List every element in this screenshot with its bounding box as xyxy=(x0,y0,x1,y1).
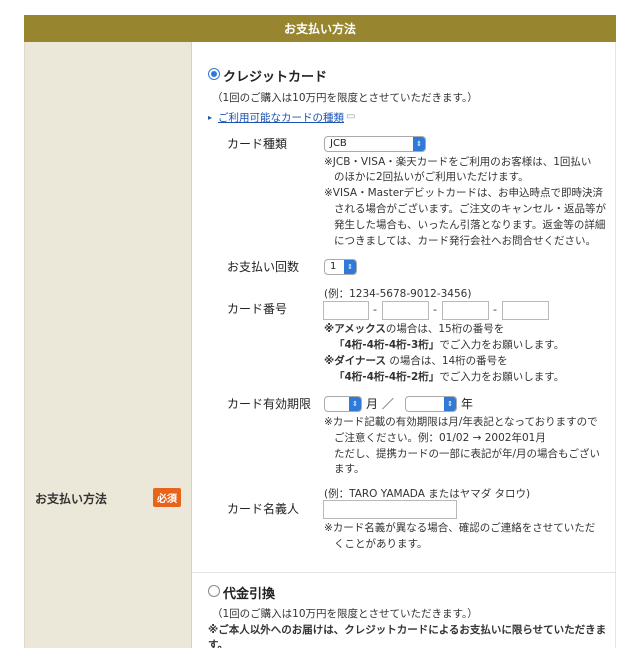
link-arrow-icon: ▸ xyxy=(208,113,213,122)
card-type-select[interactable]: JCB ⇕ xyxy=(324,136,426,152)
cod-warning-cont: す。 xyxy=(208,639,228,648)
expiry-note-1: ※カード記載の有効期限は月/年表記となっておりますので xyxy=(324,416,598,428)
credit-limit-note: （1回のご購入は10万円を限度とさせていただきます。） xyxy=(212,92,478,104)
expiry-note-4: ます。 xyxy=(334,463,365,475)
card-number-example: (例：1234-5678-9012-3456) xyxy=(324,288,472,300)
card-number-sep-1: - xyxy=(373,303,377,316)
diners-format: 「4桁-4桁-4桁-2桁」 xyxy=(334,371,440,383)
diners-format-note: 「4桁-4桁-4桁-2桁」でご入力をお願いします。 xyxy=(334,369,564,384)
card-number-field-1[interactable] xyxy=(323,301,369,320)
installments-select[interactable]: 1 ⇕ xyxy=(324,259,357,275)
card-number-sep-2: - xyxy=(433,303,437,316)
card-type-note-6: につきましては、カード発行会社へお問合せください。 xyxy=(334,235,596,247)
amex-format-text: でご入力をお願いします。 xyxy=(439,339,565,351)
amex-note: ※アメックスの場合は、15桁の番号を xyxy=(324,321,504,336)
chevron-updown-icon: ⇕ xyxy=(349,397,361,411)
expiry-note-2: ご注意ください。例：01/02 → 2002年01月 xyxy=(334,432,546,444)
card-number-label: カード番号 xyxy=(227,302,288,316)
cod-limit-note: （1回のご購入は10万円を限度とさせていただきます。） xyxy=(212,608,478,620)
left-column: お支払い方法 必須 xyxy=(24,42,192,648)
credit-title: クレジットカード xyxy=(223,70,328,85)
holder-label: カード名義人 xyxy=(227,502,300,516)
cards-link[interactable]: ご利用可能なカードの種類 xyxy=(218,110,344,125)
card-number-sep-3: - xyxy=(493,303,497,316)
chevron-updown-icon: ⇕ xyxy=(344,260,356,274)
required-badge: 必須 xyxy=(153,488,181,507)
holder-example: (例：TARO YAMADA またはヤマダ タロウ) xyxy=(324,488,531,500)
card-type-value: JCB xyxy=(330,138,347,149)
diners-note: ※ダイナース の場合は、14桁の番号を xyxy=(324,353,508,368)
amex-label: ※アメックス xyxy=(324,323,386,335)
section-header: お支払い方法 xyxy=(24,15,616,42)
installments-label: お支払い回数 xyxy=(227,260,300,274)
card-number-field-4[interactable] xyxy=(502,301,549,320)
credit-radio[interactable] xyxy=(208,68,220,80)
card-type-note-2: のほかに2回払いがご利用いただけます。 xyxy=(334,171,529,183)
speech-bubble-icon: ▭ xyxy=(346,111,356,122)
diners-label: ※ダイナース xyxy=(324,355,386,367)
installments-value: 1 xyxy=(330,261,337,272)
cod-warning: ※ご本人以外へのお届けは、クレジットカードによるお支払いに限らせていただきま xyxy=(208,624,607,636)
month-label: 月 ／ xyxy=(366,397,394,411)
field-label: お支払い方法 xyxy=(35,492,108,506)
year-label: 年 xyxy=(461,397,474,411)
cod-title: 代金引換 xyxy=(223,587,276,602)
card-type-label: カード種類 xyxy=(227,137,288,151)
cod-radio[interactable] xyxy=(208,585,220,597)
holder-name-field[interactable] xyxy=(323,500,457,519)
card-type-note-1: ※JCB・VISA・楽天カードをご利用のお客様は、1回払い xyxy=(324,156,592,168)
card-number-field-3[interactable] xyxy=(442,301,489,320)
section-title: お支払い方法 xyxy=(283,22,356,36)
option-divider xyxy=(192,572,616,573)
card-type-note-5: 発生した場合も、いったん引落となります。返金等の詳細 xyxy=(334,219,606,231)
amex-format: 「4桁-4桁-4桁-3桁」 xyxy=(334,339,440,351)
diners-note-text: の場合は、14桁の番号を xyxy=(385,355,508,367)
card-type-note-4: される場合がございます。ご注文のキャンセル・返品等が xyxy=(334,203,606,215)
amex-format-note: 「4桁-4桁-4桁-3桁」でご入力をお願いします。 xyxy=(334,337,564,352)
expiry-month-select[interactable]: ⇕ xyxy=(324,396,362,412)
card-type-note-3: ※VISA・Masterデビットカードは、お申込時点で即時決済 xyxy=(324,187,603,199)
card-number-field-2[interactable] xyxy=(382,301,429,320)
chevron-updown-icon: ⇕ xyxy=(444,397,456,411)
expiry-year-select[interactable]: ⇕ xyxy=(405,396,457,412)
holder-note-1: ※カード名義が異なる場合、確認のご連絡をさせていただ xyxy=(324,522,596,534)
chevron-updown-icon: ⇕ xyxy=(413,137,425,151)
expiry-label: カード有効期限 xyxy=(227,397,312,411)
diners-format-text: でご入力をお願いします。 xyxy=(439,371,565,383)
holder-note-2: くことがあります。 xyxy=(334,538,428,550)
amex-note-text: の場合は、15桁の番号を xyxy=(385,323,505,335)
expiry-note-3: ただし、提携カードの一部に表記が年/月の場合もござい xyxy=(334,448,601,460)
